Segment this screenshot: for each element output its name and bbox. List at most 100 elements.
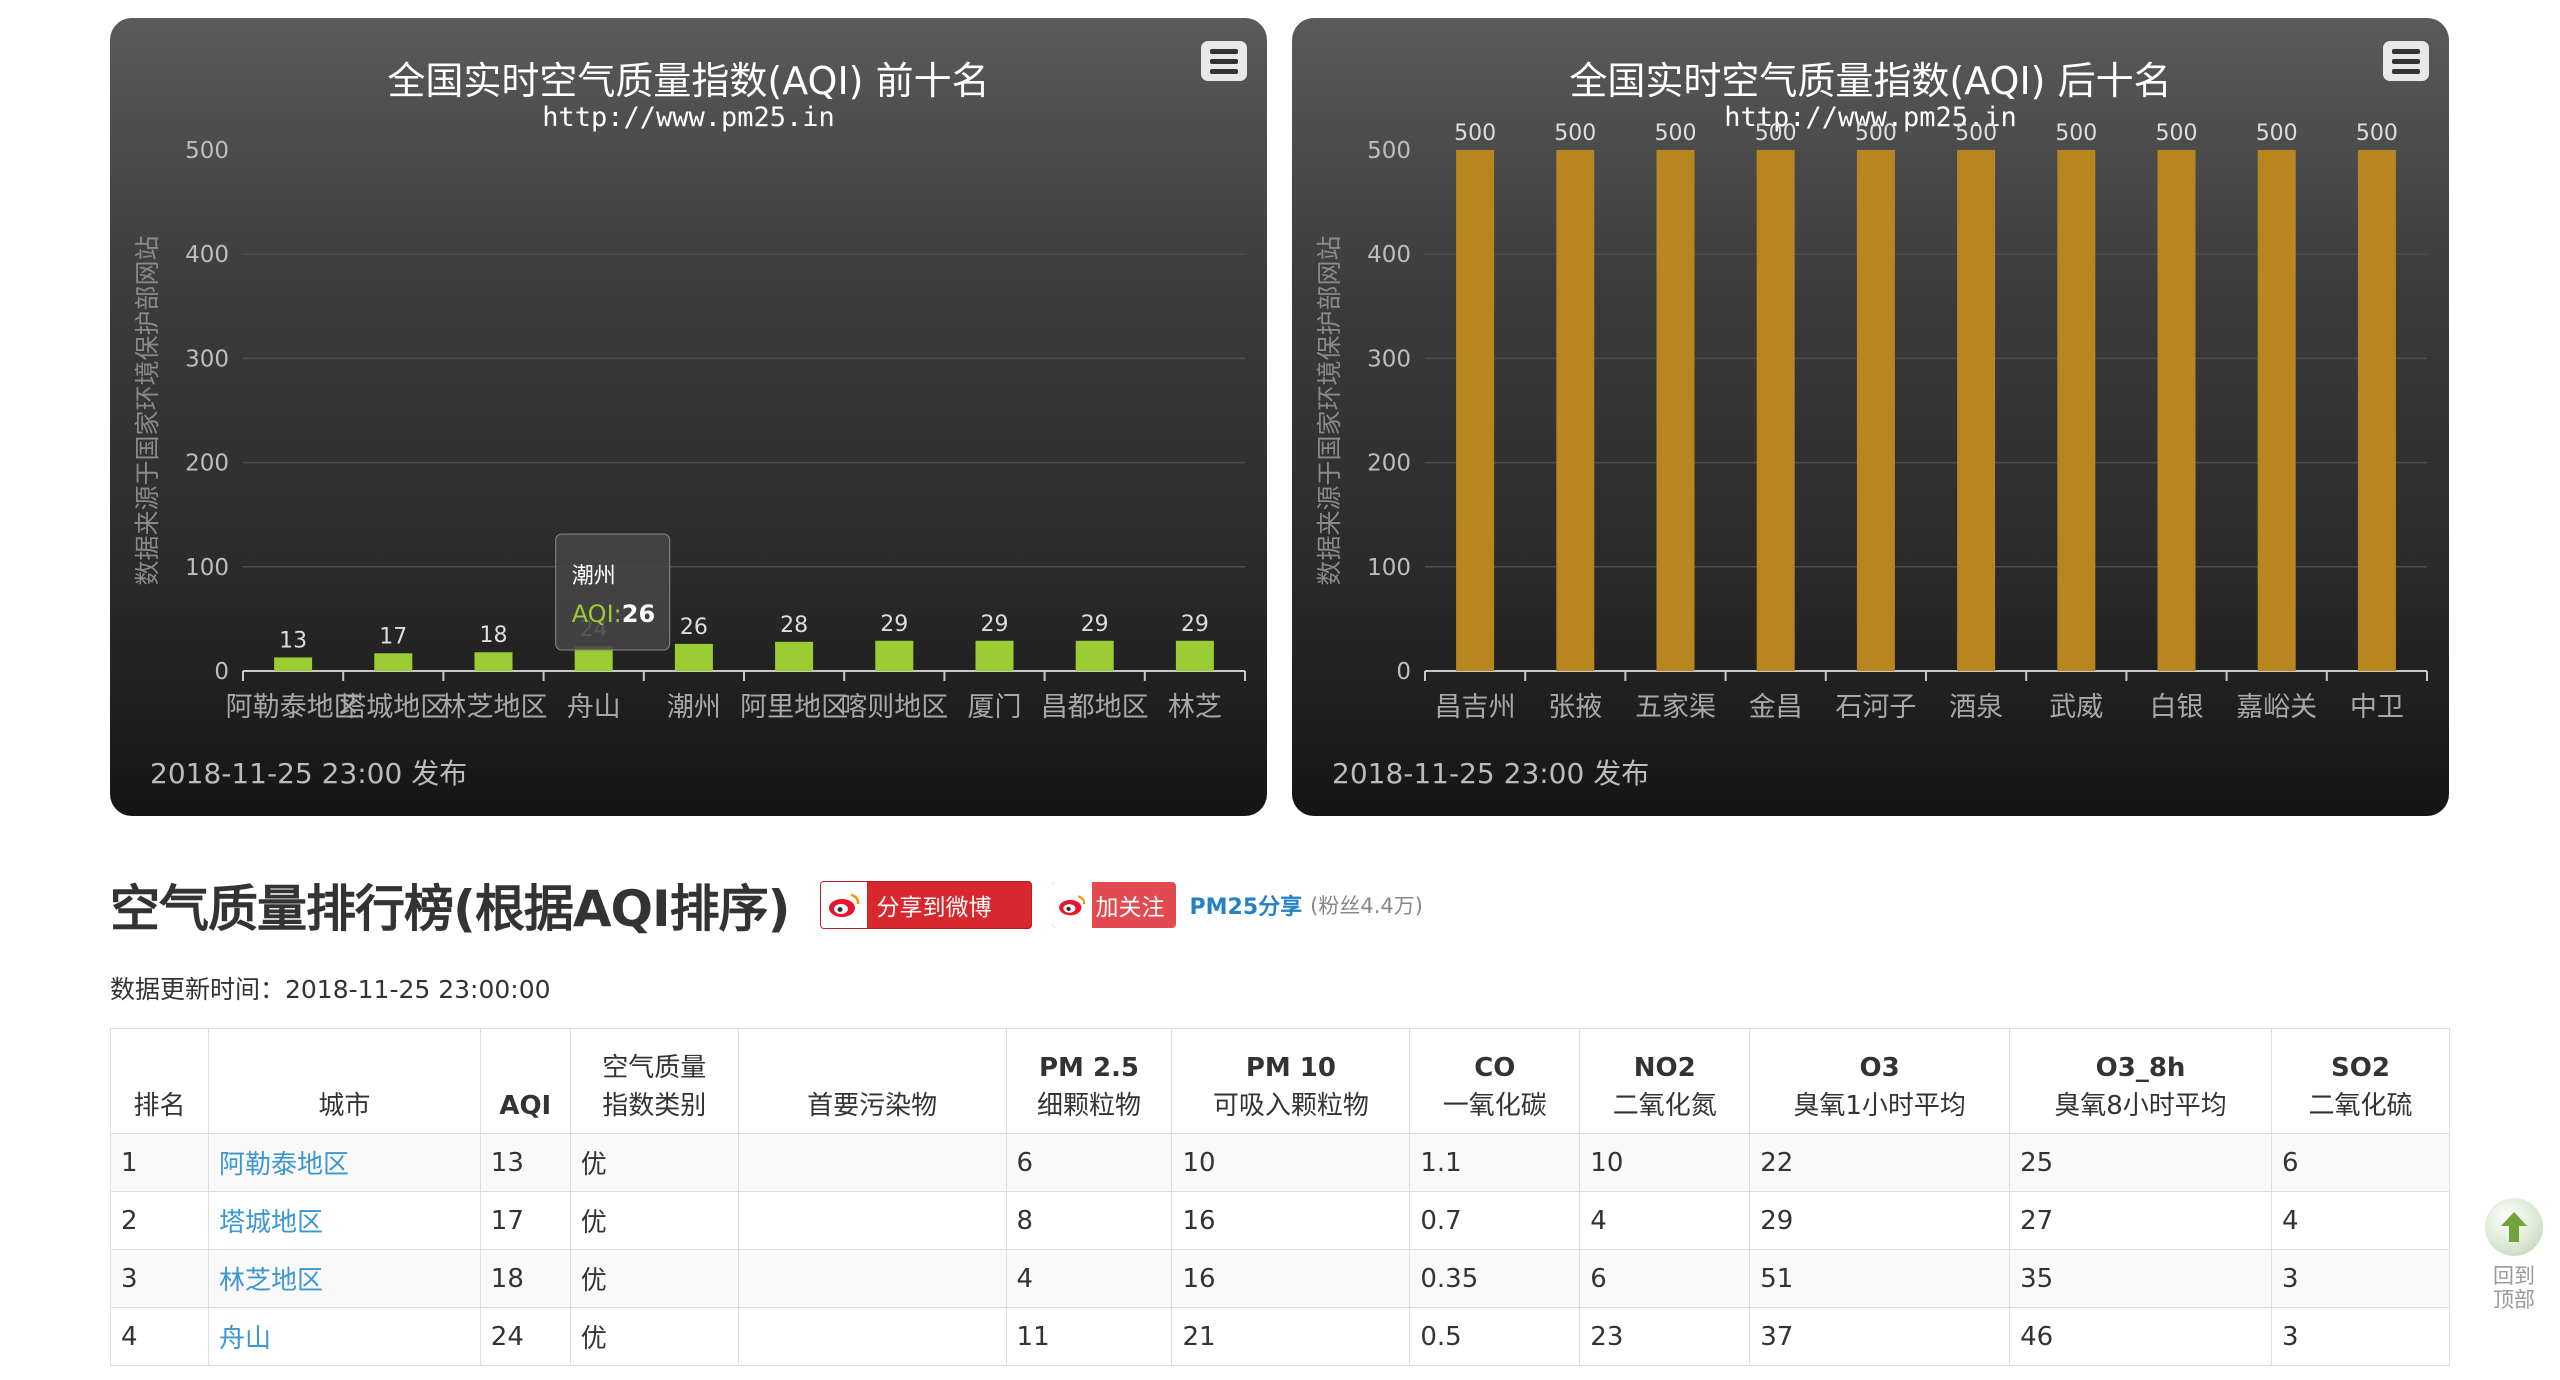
table-cell: 37 bbox=[1749, 1307, 2011, 1366]
data-label: 500 bbox=[2156, 121, 2198, 146]
y-tick-label: 0 bbox=[1396, 659, 1411, 685]
column-header: O3_8h 臭氧8小时平均 bbox=[2009, 1028, 2272, 1134]
table-cell: 优 bbox=[569, 1307, 739, 1366]
x-tick-label: 林芝地区 bbox=[440, 692, 548, 723]
bar[interactable] bbox=[1856, 150, 1895, 671]
menu-icon bbox=[2392, 49, 2420, 74]
y-axis-label: 数据来源于国家环境保护部网站 bbox=[1315, 235, 1344, 585]
x-tick-label: 塔城地区 bbox=[339, 692, 447, 723]
bar[interactable] bbox=[2157, 150, 2196, 671]
chart-credit: 2018-11-25 23:00 发布 bbox=[1332, 757, 1649, 790]
table-cell: 3 bbox=[110, 1249, 209, 1308]
table-cell: 6 bbox=[1579, 1249, 1751, 1308]
bar[interactable] bbox=[2057, 150, 2096, 671]
data-label: 29 bbox=[1181, 612, 1209, 637]
update-time: 数据更新时间：2018-11-25 23:00:00 bbox=[110, 975, 551, 1004]
data-label: 500 bbox=[2055, 121, 2097, 146]
column-header: AQI bbox=[479, 1028, 571, 1134]
y-tick-label: 300 bbox=[185, 346, 229, 372]
follow-label: 加关注 bbox=[1095, 895, 1165, 921]
x-tick-label: 昌吉州 bbox=[1435, 692, 1516, 723]
column-header: 空气质量 指数类别 bbox=[569, 1028, 739, 1134]
page-title: 空气质量排行榜(根据AQI排序) bbox=[110, 880, 791, 938]
column-header: 排名 bbox=[110, 1028, 209, 1134]
table-cell: 27 bbox=[2009, 1191, 2272, 1250]
ranking-table: 排名 城市 AQI 空气质量 指数类别 首要污染物 PM 2.5 细颗粒物 PM 10 可吸入颗粒… bbox=[110, 1028, 2451, 1366]
table-cell: 4 bbox=[1579, 1191, 1751, 1250]
data-label: 29 bbox=[1081, 612, 1109, 637]
chart-subtitle: http://www.pm25.in bbox=[542, 102, 835, 133]
table-cell: 10 bbox=[1171, 1133, 1411, 1192]
chart-top-ten-svg: 全国实时空气质量指数(AQI) 前十名http://www.pm25.in 数据来… bbox=[133, 39, 1249, 790]
x-tick-label: 武威 bbox=[2049, 692, 2103, 723]
follow-button[interactable]: 加关注 bbox=[1051, 882, 1176, 928]
bar[interactable] bbox=[1075, 640, 1114, 671]
chart-menu-button[interactable] bbox=[1199, 39, 1249, 83]
bar[interactable] bbox=[1957, 150, 1996, 671]
data-label: 500 bbox=[1755, 121, 1797, 146]
x-tick-label: 五家渠 bbox=[1635, 692, 1716, 723]
table-cell bbox=[737, 1307, 1007, 1366]
column-header: PM 2.5 细颗粒物 bbox=[1005, 1028, 1173, 1134]
table-cell: 塔城地区 bbox=[207, 1191, 481, 1250]
back-to-top-button[interactable]: 回到 顶部 bbox=[2482, 1198, 2546, 1312]
bar[interactable] bbox=[875, 640, 914, 671]
bar[interactable] bbox=[775, 641, 814, 671]
table-cell: 10 bbox=[1579, 1133, 1751, 1192]
table-cell: 51 bbox=[1749, 1249, 2011, 1308]
bar[interactable] bbox=[474, 652, 513, 671]
table-cell: 4 bbox=[110, 1307, 209, 1366]
table-cell: 4 bbox=[2270, 1191, 2451, 1250]
data-label: 500 bbox=[1655, 121, 1697, 146]
bar[interactable] bbox=[975, 640, 1014, 671]
data-label: 500 bbox=[1955, 121, 1997, 146]
table-cell: 8 bbox=[1005, 1191, 1173, 1250]
table-cell: 18 bbox=[479, 1249, 571, 1308]
table-cell: 13 bbox=[479, 1133, 571, 1192]
city-link[interactable]: 阿勒泰地区 bbox=[219, 1150, 349, 1180]
bar[interactable] bbox=[374, 653, 413, 671]
chart-menu-button[interactable] bbox=[2381, 39, 2431, 83]
back-to-top-label: 回到 顶部 bbox=[2493, 1264, 2535, 1312]
data-label: 17 bbox=[379, 624, 407, 649]
table-cell: 2 bbox=[110, 1191, 209, 1250]
share-weibo-label: 分享到微博 bbox=[876, 895, 992, 921]
account-link[interactable]: PM25分享 bbox=[1190, 889, 1303, 921]
data-label: 500 bbox=[1454, 121, 1496, 146]
bar[interactable] bbox=[674, 643, 713, 671]
share-weibo-button[interactable]: 分享到微博 bbox=[819, 881, 1032, 929]
x-tick-label: 喀则地区 bbox=[840, 692, 948, 723]
y-tick-label: 0 bbox=[214, 659, 229, 685]
data-label: 18 bbox=[480, 623, 508, 648]
tooltip-value: AQI:26 bbox=[572, 600, 655, 628]
data-label: 29 bbox=[981, 612, 1009, 637]
data-label: 29 bbox=[880, 612, 908, 637]
bar[interactable] bbox=[1175, 640, 1214, 671]
table-cell: 0.5 bbox=[1409, 1307, 1581, 1366]
table-cell: 优 bbox=[569, 1133, 739, 1192]
table-cell: 23 bbox=[1579, 1307, 1751, 1366]
table-cell bbox=[737, 1133, 1007, 1192]
x-tick-label: 白银 bbox=[2150, 692, 2204, 723]
chart-top-ten: 全国实时空气质量指数(AQI) 前十名 http://www.pm25.in 数据来… bbox=[110, 18, 1267, 816]
bar[interactable] bbox=[2257, 150, 2296, 671]
bar[interactable] bbox=[1656, 150, 1695, 671]
bar[interactable] bbox=[1756, 150, 1795, 671]
city-link[interactable]: 塔城地区 bbox=[219, 1208, 323, 1238]
y-tick-label: 100 bbox=[185, 555, 229, 581]
column-header: 城市 bbox=[207, 1028, 481, 1134]
bar[interactable] bbox=[1456, 150, 1495, 671]
x-tick-label: 中卫 bbox=[2350, 692, 2404, 723]
table-cell: 4 bbox=[1005, 1249, 1173, 1308]
city-link[interactable]: 林芝地区 bbox=[219, 1266, 323, 1296]
bar[interactable] bbox=[274, 657, 313, 671]
bar[interactable] bbox=[1556, 150, 1595, 671]
y-tick-label: 500 bbox=[1367, 138, 1411, 164]
bar[interactable] bbox=[2357, 150, 2396, 671]
table-cell: 17 bbox=[479, 1191, 571, 1250]
city-link[interactable]: 舟山 bbox=[219, 1324, 271, 1354]
chart-bottom-ten-svg: 全国实时空气质量指数(AQI) 后十名http://www.pm25.in数据来… bbox=[1315, 39, 2431, 790]
chart-title: 全国实时空气质量指数(AQI) 后十名 bbox=[1569, 59, 2171, 103]
weibo-icon bbox=[820, 882, 867, 928]
data-label: 500 bbox=[1554, 121, 1596, 146]
